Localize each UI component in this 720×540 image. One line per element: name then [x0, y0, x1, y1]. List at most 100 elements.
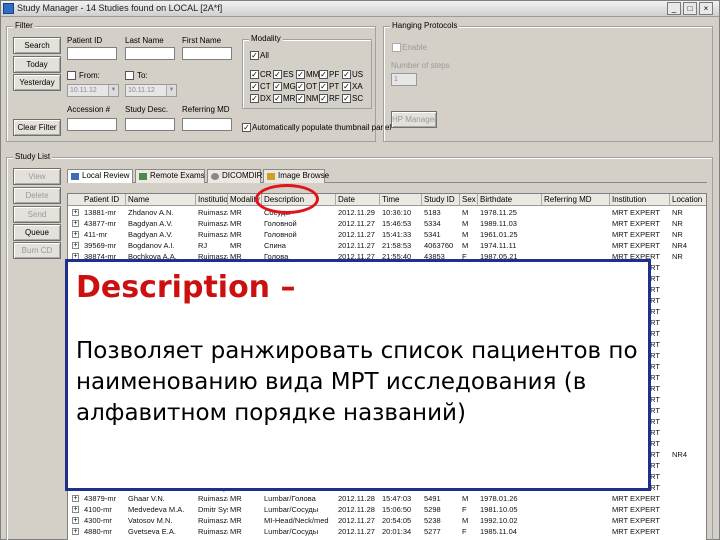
study-manager-window: Study Manager - 14 Studies found on LOCA…: [0, 0, 720, 540]
column-header-date[interactable]: Date: [336, 194, 380, 206]
yesterday-button[interactable]: Yesterday: [13, 74, 61, 91]
referring-md-input[interactable]: [182, 118, 232, 131]
table-row[interactable]: +4880-mr Gvetseva E.A. RuimaszadMR Lumbar/С…: [68, 526, 706, 537]
expand-icon[interactable]: +: [72, 517, 79, 524]
table-cell: [670, 515, 706, 526]
modality-checkbox-ot[interactable]: ✓ OT: [295, 82, 317, 92]
minimize-button[interactable]: _: [667, 2, 681, 15]
modality-checkbox-es[interactable]: ✓ ES: [272, 70, 294, 80]
to-checkbox[interactable]: [125, 71, 134, 80]
modality-checkbox-rf[interactable]: ✓ RF: [318, 94, 340, 104]
modality-checkbox-nm[interactable]: ✓ NM: [295, 94, 318, 104]
table-cell: [670, 350, 706, 361]
expand-icon[interactable]: +: [72, 495, 79, 502]
table-row[interactable]: +4300-mr Vatosov M.N. RuimaszadMR MI-Head/N…: [68, 515, 706, 526]
column-header-patient-id[interactable]: Patient ID: [82, 194, 126, 206]
column-header-time[interactable]: Time: [380, 194, 422, 206]
column-header-referring-md[interactable]: Referring MD: [542, 194, 610, 206]
hp-manager-button[interactable]: HP Manager: [391, 111, 437, 128]
modality-checkbox-ct[interactable]: ✓ CT: [249, 82, 271, 92]
table-row[interactable]: +43877-mr Bagdyan A.V. RuimaszadMR Головной…: [68, 218, 706, 229]
table-row[interactable]: +411-mr Bagdyan A.V. RuimaszadMR Головной 20…: [68, 229, 706, 240]
table-cell: 5238: [424, 516, 441, 525]
column-header-birthdate[interactable]: Birthdate: [478, 194, 542, 206]
modality-checkbox-mg[interactable]: ✓ MG: [272, 82, 296, 92]
tab-dicomdir[interactable]: DICOMDIR: [207, 169, 262, 183]
table-cell: 15:47:03: [382, 494, 412, 503]
column-header-location[interactable]: Location: [670, 194, 706, 206]
enable-hp-checkbox[interactable]: Enable: [391, 43, 427, 53]
last-name-input[interactable]: [125, 47, 175, 60]
date-to-picker[interactable]: 10.11.12 ▼: [125, 84, 177, 97]
modality-checkbox-mm[interactable]: ✓ MM: [295, 70, 319, 80]
delete-button[interactable]: Delete: [13, 187, 61, 204]
title-bar[interactable]: Study Manager - 14 Studies found on LOCA…: [1, 1, 719, 17]
expand-icon[interactable]: +: [72, 506, 79, 513]
table-cell: 20:54:05: [382, 516, 412, 525]
table-cell: [670, 438, 706, 449]
accession-input[interactable]: [67, 118, 117, 131]
table-cell: Головной: [264, 219, 297, 228]
column-header-name[interactable]: Name: [126, 194, 196, 206]
expand-icon[interactable]: +: [72, 220, 79, 227]
tab-image-browse[interactable]: Image Browse: [263, 169, 329, 183]
modality-label: CR: [260, 70, 272, 80]
clear-filter-button[interactable]: Clear Filter: [13, 119, 61, 136]
column-header-institution[interactable]: Institution: [196, 194, 228, 206]
table-row[interactable]: +4100-mr Medvedeva M.A. Dmitr SyskMR Lumbar…: [68, 504, 706, 515]
table-cell: NR: [672, 252, 683, 261]
table-cell: 1961.01.25: [480, 230, 518, 239]
first-name-input[interactable]: [182, 47, 232, 60]
table-cell: 1985.11.04: [480, 527, 517, 536]
date-from-picker[interactable]: 10.11.12 ▼: [67, 84, 119, 97]
table-row[interactable]: +39569-mr Bogdanov A.I. RJ MR Спина 2012.11.2…: [68, 240, 706, 251]
search-button[interactable]: Search: [13, 37, 61, 54]
maximize-button[interactable]: □: [683, 2, 697, 15]
chevron-down-icon: ▼: [166, 85, 176, 96]
tab-remote-exams[interactable]: Remote Exams: [135, 169, 205, 183]
table-cell: 2012.11.27: [338, 230, 375, 239]
column-header-sex[interactable]: Sex: [460, 194, 478, 206]
table-cell: [670, 328, 706, 339]
column-header-study-id[interactable]: Study ID: [422, 194, 460, 206]
send-button[interactable]: Send: [13, 206, 61, 223]
modality-label: SC: [352, 94, 364, 104]
table-cell: MRT EXPERT: [612, 494, 660, 503]
expand-icon[interactable]: +: [72, 242, 79, 249]
today-button[interactable]: Today: [13, 56, 61, 73]
modality-checkbox-us[interactable]: ✓ US: [341, 70, 363, 80]
column-header-institution[interactable]: Institution: [610, 194, 670, 206]
expand-icon[interactable]: +: [72, 231, 79, 238]
expand-icon[interactable]: +: [72, 209, 79, 216]
modality-checkbox-cr[interactable]: ✓ CR: [249, 70, 272, 80]
number-of-steps-spinner[interactable]: 1: [391, 73, 417, 86]
expand-icon[interactable]: +: [72, 528, 79, 535]
tab-local-review[interactable]: Local Review: [67, 169, 133, 183]
patient-id-label: Patient ID: [67, 36, 103, 45]
modality-checkbox-pt[interactable]: ✓ PT: [318, 82, 339, 92]
table-row[interactable]: +13881-mrZhdanov A.N.RuimaszadMRСосуды20…: [68, 207, 706, 218]
from-checkbox[interactable]: [67, 71, 76, 80]
modality-checkbox-sc[interactable]: ✓ SC: [341, 94, 364, 104]
table-cell: Ghaar V.N.: [128, 494, 165, 503]
table-cell: 5183: [424, 208, 441, 217]
modality-checkbox-mr[interactable]: ✓ MR: [272, 94, 295, 104]
modality-checkbox-xa[interactable]: ✓ XA: [341, 82, 363, 92]
close-button[interactable]: ×: [699, 2, 713, 15]
auto-populate-checkbox[interactable]: ✓ Automatically populate thumbnail panel: [241, 123, 391, 133]
checkbox-checked-icon: ✓: [342, 82, 351, 92]
patient-id-input[interactable]: [67, 47, 117, 60]
modality-all-checkbox[interactable]: ✓ All: [249, 51, 269, 61]
modality-checkbox-pf[interactable]: ✓ PF: [318, 70, 339, 80]
queue-button[interactable]: Queue: [13, 224, 61, 241]
view-button[interactable]: View: [13, 168, 61, 185]
modality-checkbox-dx[interactable]: ✓ DX: [249, 94, 271, 104]
study-desc-input[interactable]: [125, 118, 175, 131]
table-cell: [670, 405, 706, 416]
table-row[interactable]: +43879-mr Ghaar V.N. RuimaszadMR Lumbar/Гол…: [68, 493, 706, 504]
burn-cd-button[interactable]: Burn CD: [13, 242, 61, 259]
table-cell: 1981.10.05: [480, 505, 518, 514]
table-cell: 15:46:53: [382, 219, 412, 228]
table-cell: 4880-mr: [84, 527, 112, 536]
study-list-legend: Study List: [13, 152, 53, 161]
